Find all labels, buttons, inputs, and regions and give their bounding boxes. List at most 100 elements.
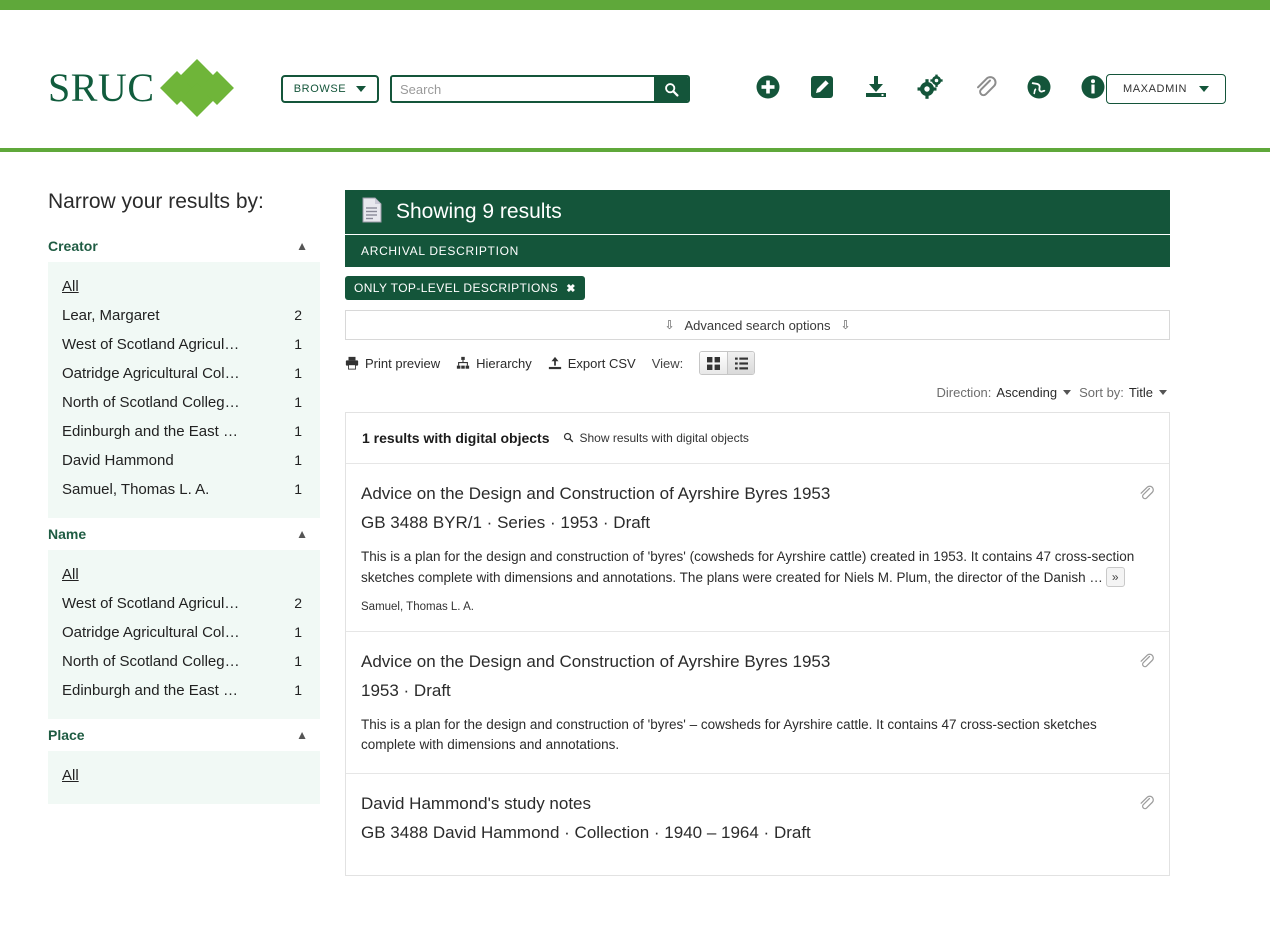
facet-item[interactable]: Oatridge Agricultural Col… 1 [48, 618, 320, 647]
filter-tag-label: ONLY TOP-LEVEL DESCRIPTIONS [354, 281, 559, 295]
facet-item-label: West of Scotland Agricul… [62, 595, 240, 612]
facet-place-list: All [48, 751, 320, 804]
result-title[interactable]: Advice on the Design and Construction of… [361, 652, 1153, 672]
search-icon [564, 432, 574, 443]
facet-item[interactable]: Lear, Margaret 2 [48, 301, 320, 330]
view-toggle-group [699, 351, 756, 375]
export-icon [548, 356, 561, 370]
result-title[interactable]: Advice on the Design and Construction of… [361, 484, 1153, 504]
facet-creator-list: All Lear, Margaret 2 West of Scotland Ag… [48, 262, 320, 518]
facet-item-label: Oatridge Agricultural Col… [62, 365, 240, 382]
export-csv-button[interactable]: Export CSV [548, 356, 636, 371]
facet-place: Place ▲ All [48, 723, 345, 804]
chevron-down-icon [1199, 86, 1210, 92]
facet-item[interactable]: David Hammond 1 [48, 446, 320, 475]
printer-icon [345, 356, 359, 370]
facet-item[interactable]: West of Scotland Agricul… 1 [48, 330, 320, 359]
facet-label: Creator [48, 238, 98, 254]
chevron-down-icon[interactable] [1063, 390, 1072, 395]
search-input[interactable] [392, 77, 654, 101]
paperclip-icon [1137, 484, 1155, 507]
logo-text: SRUC [48, 65, 155, 110]
info-icon[interactable] [1080, 74, 1106, 105]
facet-item-count: 2 [294, 595, 302, 611]
search-icon [664, 82, 679, 97]
facet-creator: Creator ▲ All Lear, Margaret 2 West of S… [48, 234, 345, 518]
facet-item-all[interactable]: All [48, 272, 320, 301]
result-description: This is a plan for the design and constr… [361, 547, 1153, 589]
facet-creator-header[interactable]: Creator ▲ [48, 234, 320, 262]
facet-item-count: 1 [294, 423, 302, 439]
facet-item-label: Edinburgh and the East … [62, 682, 238, 699]
result-title[interactable]: David Hammond's study notes [361, 794, 1153, 814]
search-box[interactable] [390, 75, 690, 103]
chevron-double-down-icon: ⇩ [840, 318, 851, 332]
facet-item-all[interactable]: All [48, 761, 320, 790]
clipboard-icon[interactable] [972, 74, 998, 105]
show-digital-objects-label: Show results with digital objects [579, 430, 749, 445]
chevron-up-icon[interactable]: ▲ [296, 729, 308, 741]
facet-item-count: 1 [294, 365, 302, 381]
export-csv-label: Export CSV [567, 355, 636, 371]
facet-item[interactable]: Edinburgh and the East … 1 [48, 417, 320, 446]
advanced-search-toggle[interactable]: ⇩ Advanced search options ⇩ [345, 310, 1170, 340]
facet-item-label: North of Scotland Colleg… [62, 653, 240, 670]
user-menu-button[interactable]: MAXADMIN [1106, 74, 1226, 104]
facet-item-all[interactable]: All [48, 560, 320, 589]
result-item[interactable]: Advice on the Design and Construction of… [346, 464, 1169, 632]
edit-icon[interactable] [809, 74, 835, 105]
direction-value[interactable]: Ascending [996, 385, 1057, 400]
hierarchy-label: Hierarchy [476, 355, 532, 371]
facet-label: Name [48, 526, 87, 542]
facet-item[interactable]: Oatridge Agricultural Col… 1 [48, 359, 320, 388]
facet-name-list: All West of Scotland Agricul… 2 Oatridge… [48, 550, 320, 719]
facet-item-count: 1 [294, 624, 302, 640]
sortby-value[interactable]: Title [1129, 385, 1153, 400]
facet-item[interactable]: West of Scotland Agricul… 2 [48, 589, 320, 618]
expand-description-button[interactable]: » [1105, 567, 1125, 588]
facet-item-label: Edinburgh and the East … [62, 423, 238, 440]
view-label: View: [651, 355, 684, 371]
top-accent-bar [0, 0, 1270, 10]
result-meta: GB 3488 BYR/1 · Series · 1953 · Draft [361, 513, 651, 532]
facet-item-label: All [62, 566, 79, 583]
result-item[interactable]: Advice on the Design and Construction of… [346, 632, 1169, 774]
sortby-label: Sort by: [1079, 385, 1124, 400]
import-icon[interactable] [863, 74, 889, 105]
chevron-up-icon[interactable]: ▲ [296, 240, 308, 252]
facet-place-header[interactable]: Place ▲ [48, 723, 320, 751]
results-count-title: Showing 9 results [396, 200, 562, 223]
facet-name-header[interactable]: Name ▲ [48, 522, 320, 550]
filter-tag-top-level[interactable]: ONLY TOP-LEVEL DESCRIPTIONS ✖ [345, 276, 585, 300]
settings-gears-icon[interactable] [917, 74, 944, 105]
print-preview-label: Print preview [365, 355, 441, 371]
chevron-down-icon [356, 86, 367, 92]
facet-item[interactable]: North of Scotland Colleg… 1 [48, 647, 320, 676]
facet-item-label: David Hammond [62, 452, 174, 469]
add-icon[interactable] [755, 74, 781, 105]
show-digital-objects-link[interactable]: Show results with digital objects [563, 430, 749, 445]
sort-controls: Direction: Ascending Sort by: Title [345, 385, 1170, 400]
facet-item-label: All [62, 278, 79, 295]
search-submit-button[interactable] [654, 77, 688, 101]
list-view-icon[interactable] [727, 352, 755, 374]
chevron-down-icon[interactable] [1159, 390, 1167, 395]
globe-icon[interactable] [1026, 74, 1052, 105]
browse-label: BROWSE [293, 83, 347, 95]
facet-item[interactable]: Samuel, Thomas L. A. 1 [48, 475, 320, 504]
facet-item-label: West of Scotland Agricul… [62, 336, 240, 353]
facet-item[interactable]: Edinburgh and the East … 1 [48, 676, 320, 705]
grid-view-icon[interactable] [700, 352, 728, 374]
site-logo[interactable]: SRUC [48, 59, 234, 117]
close-icon[interactable]: ✖ [566, 282, 576, 295]
print-preview-button[interactable]: Print preview [345, 356, 440, 371]
result-item[interactable]: David Hammond's study notes GB 3488 Davi… [346, 774, 1169, 875]
page-body: Narrow your results by: Creator ▲ All Le… [0, 152, 1270, 876]
hierarchy-button[interactable]: Hierarchy [456, 356, 532, 371]
facet-item-count: 1 [294, 452, 302, 468]
sidebar-title: Narrow your results by: [48, 190, 264, 213]
chevron-up-icon[interactable]: ▲ [296, 528, 308, 540]
facet-item[interactable]: North of Scotland Colleg… 1 [48, 388, 320, 417]
site-header: SRUC BROWSE Search MAXADMIN [0, 10, 1270, 148]
browse-dropdown-button[interactable]: BROWSE [281, 75, 379, 103]
